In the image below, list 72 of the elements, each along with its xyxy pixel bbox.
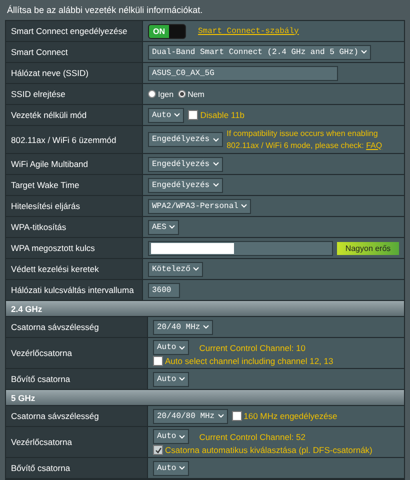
input-field[interactable]: 3600 — [148, 282, 180, 298]
toggle-switch[interactable]: ON — [148, 24, 186, 38]
radio-label: Igen — [158, 90, 174, 98]
caret-icon — [212, 183, 219, 187]
field-label: 802.11ax / WiFi 6 üzemmód — [6, 126, 143, 153]
select-dropdown[interactable]: Auto — [153, 340, 190, 355]
checkbox-label: 160 MHz engedélyezése — [244, 411, 338, 421]
caret-icon — [241, 204, 248, 208]
select-dropdown[interactable]: Dual-Band Smart Connect (2.4 GHz and 5 GHz) — [148, 44, 372, 60]
field-label: Védett kezelési keretek — [6, 259, 143, 279]
caret-icon — [203, 325, 210, 329]
checkbox[interactable] — [153, 445, 163, 455]
checkbox[interactable] — [188, 110, 198, 120]
field-label: WPA-titkosítás — [6, 217, 143, 237]
select-dropdown[interactable]: WPA2/WPA3-Personal — [148, 198, 252, 214]
field-label: Bővítő csatorna — [6, 458, 148, 478]
caret-icon — [212, 138, 219, 142]
caret-icon — [169, 225, 176, 229]
checkbox[interactable] — [153, 356, 163, 366]
intro-text: Állítsa be az alábbi vezeték nélküli információkat. — [6, 4, 204, 17]
field-label: Vezeték nélküli mód — [6, 105, 143, 125]
select-dropdown[interactable]: 20/40/80 MHz — [153, 408, 228, 424]
checkbox-label: Csatorna automatikus kiválasztása (pl. DFS-csatornák) — [165, 445, 372, 455]
select-dropdown[interactable]: AES — [148, 220, 180, 234]
field-label: Vezérlőcsatorna — [6, 427, 148, 457]
radio-label: Nem — [188, 90, 204, 98]
strength-indicator: Nagyon erős — [337, 242, 399, 254]
checkbox-label: Auto select channel including channel 12, 13 — [165, 356, 334, 366]
channel-info: Current Control Channel: 10 — [199, 342, 306, 352]
field-label: Csatorna sávszélesség — [6, 317, 148, 337]
caret-icon — [179, 377, 186, 381]
password-field[interactable] — [148, 240, 333, 256]
caret-icon — [193, 267, 200, 271]
field-label: Vezérlőcsatorna — [6, 338, 148, 368]
caret-icon — [361, 50, 368, 54]
field-label: Bővítő csatorna — [6, 369, 148, 389]
checkbox[interactable] — [232, 411, 242, 421]
select-dropdown[interactable]: Kötelező — [148, 262, 204, 276]
field-label: Csatorna sávszélesség — [6, 406, 148, 426]
field-label: Smart Connect — [6, 42, 143, 62]
section-header: 2.4 GHz — [6, 301, 404, 317]
caret-icon — [179, 434, 186, 438]
checkbox-label: Disable 11b — [200, 110, 244, 120]
caret-icon — [212, 162, 219, 166]
select-dropdown[interactable]: Engedélyezés — [148, 178, 223, 192]
caret-icon — [218, 414, 224, 418]
radio-button[interactable] — [148, 90, 156, 98]
select-dropdown[interactable]: 20/40 MHz — [153, 320, 214, 334]
select-dropdown[interactable]: Auto — [148, 108, 184, 122]
caret-icon — [174, 113, 180, 117]
field-label: Hálózati kulcsváltás intervalluma — [6, 280, 143, 300]
select-dropdown[interactable]: Auto — [153, 429, 190, 444]
select-dropdown[interactable]: Engedélyezés — [148, 156, 223, 172]
section-header: 5 GHz — [6, 390, 404, 406]
compatibility-note: If compatibility issue occurs when enabling 802.11ax / WiFi 6 mode, please check: FAQ — [226, 128, 384, 152]
channel-info: Current Control Channel: 52 — [199, 432, 306, 442]
field-label: Target Wake Time — [6, 175, 143, 195]
radio-button[interactable] — [178, 90, 186, 98]
caret-icon — [179, 346, 186, 350]
faq-link[interactable]: FAQ — [366, 140, 382, 150]
rule-link[interactable]: Smart Connect-szabály — [198, 26, 299, 36]
field-label: Hálózat neve (SSID) — [6, 63, 143, 83]
field-label: SSID elrejtése — [6, 84, 143, 104]
select-dropdown[interactable]: Auto — [153, 372, 190, 386]
caret-icon — [179, 466, 186, 470]
field-label: Hitelesítési eljárás — [6, 196, 143, 216]
field-label: Smart Connect engedélyezése — [6, 21, 143, 41]
field-label: WiFi Agile Multiband — [6, 154, 143, 174]
field-label: WPA megosztott kulcs — [6, 238, 143, 258]
input-field[interactable]: ASUS_C0_AX_5G — [148, 66, 338, 80]
select-dropdown[interactable]: Auto — [153, 460, 190, 476]
select-dropdown[interactable]: Engedélyezés — [148, 132, 223, 147]
